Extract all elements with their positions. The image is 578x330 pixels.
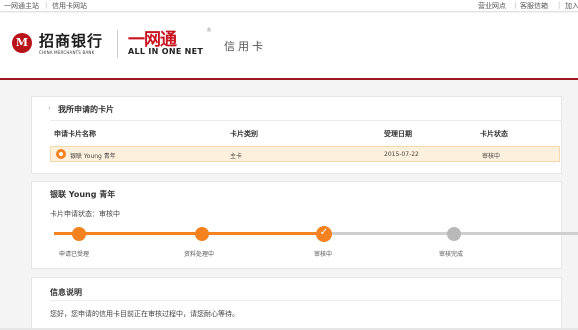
row-radio-selected[interactable] <box>56 149 66 159</box>
divider: | <box>514 1 517 9</box>
bullet-arrow-icon: › <box>48 104 51 112</box>
progress-card-name: 银联 Young 青年 <box>50 190 116 199</box>
link-add-favorite[interactable]: 加入收藏 <box>565 1 578 11</box>
divider: | <box>45 1 48 9</box>
applications-title: 我所申请的卡片 <box>58 105 114 114</box>
top-utility-bar: 一网通主站 | 信用卡网站 营业网点 | 客服信箱 | 加入收藏 <box>0 0 578 12</box>
link-branches[interactable]: 营业网点 <box>478 1 506 11</box>
step-label-complete: 审核完成 <box>439 251 464 258</box>
step-label-reviewing: 审核中 <box>314 251 333 258</box>
col-accept-date: 受理日期 <box>384 130 412 138</box>
progress-track-filled <box>54 232 324 235</box>
col-card-name: 申请卡片名称 <box>54 130 96 138</box>
row-card-status: 审核中 <box>482 153 501 160</box>
application-progress-panel: 银联 Young 青年 卡片申请状态：审核中 ✓ 申请已受理 资料处理中 审核中… <box>31 181 578 269</box>
step-label-processing: 资料处理中 <box>184 251 215 258</box>
header-divider <box>117 30 118 58</box>
info-title: 信息说明 <box>50 288 82 297</box>
step-label-accepted: 申请已受理 <box>59 251 90 258</box>
bank-logo-icon[interactable]: M <box>12 33 32 53</box>
bank-name-cn: 招商银行 <box>39 32 104 50</box>
header-red-rule <box>0 78 578 80</box>
info-message: 您好，您申请的信用卡目前正在审核过程中，请您耐心等待。 <box>50 310 239 318</box>
step-node-complete <box>447 227 461 241</box>
section-title-credit-card: 信用卡 <box>224 40 266 53</box>
link-main-site[interactable]: 一网通主站 <box>4 1 39 11</box>
link-service-mailbox[interactable]: 客服信箱 <box>520 1 548 11</box>
row-accept-date: 2015-07-22 <box>384 151 419 158</box>
divider <box>50 300 562 301</box>
registered-mark: ® <box>206 27 212 34</box>
row-card-name: 银联 Young 青年 <box>70 153 116 160</box>
check-icon: ✓ <box>316 226 332 242</box>
row-card-type: 主卡 <box>230 153 243 160</box>
step-node-accepted <box>72 227 86 241</box>
bank-name-en: CHINA MERCHANTS BANK <box>39 50 95 55</box>
step-node-processing <box>195 227 209 241</box>
progress-status-line: 卡片申请状态：审核中 <box>50 210 120 218</box>
divider <box>50 120 562 121</box>
divider: | <box>558 1 561 9</box>
link-credit-card-site[interactable]: 信用卡网站 <box>52 1 87 11</box>
my-applications-panel: › 我所申请的卡片 申请卡片名称 卡片类别 受理日期 卡片状态 银联 Young… <box>31 96 562 174</box>
col-card-type: 卡片类别 <box>230 130 258 138</box>
col-card-status: 卡片状态 <box>480 130 508 138</box>
all-in-one-net-text: ALL IN ONE NET <box>128 47 204 56</box>
info-panel: 信息说明 您好，您申请的信用卡目前正在审核过程中，请您耐心等待。 <box>31 277 562 330</box>
